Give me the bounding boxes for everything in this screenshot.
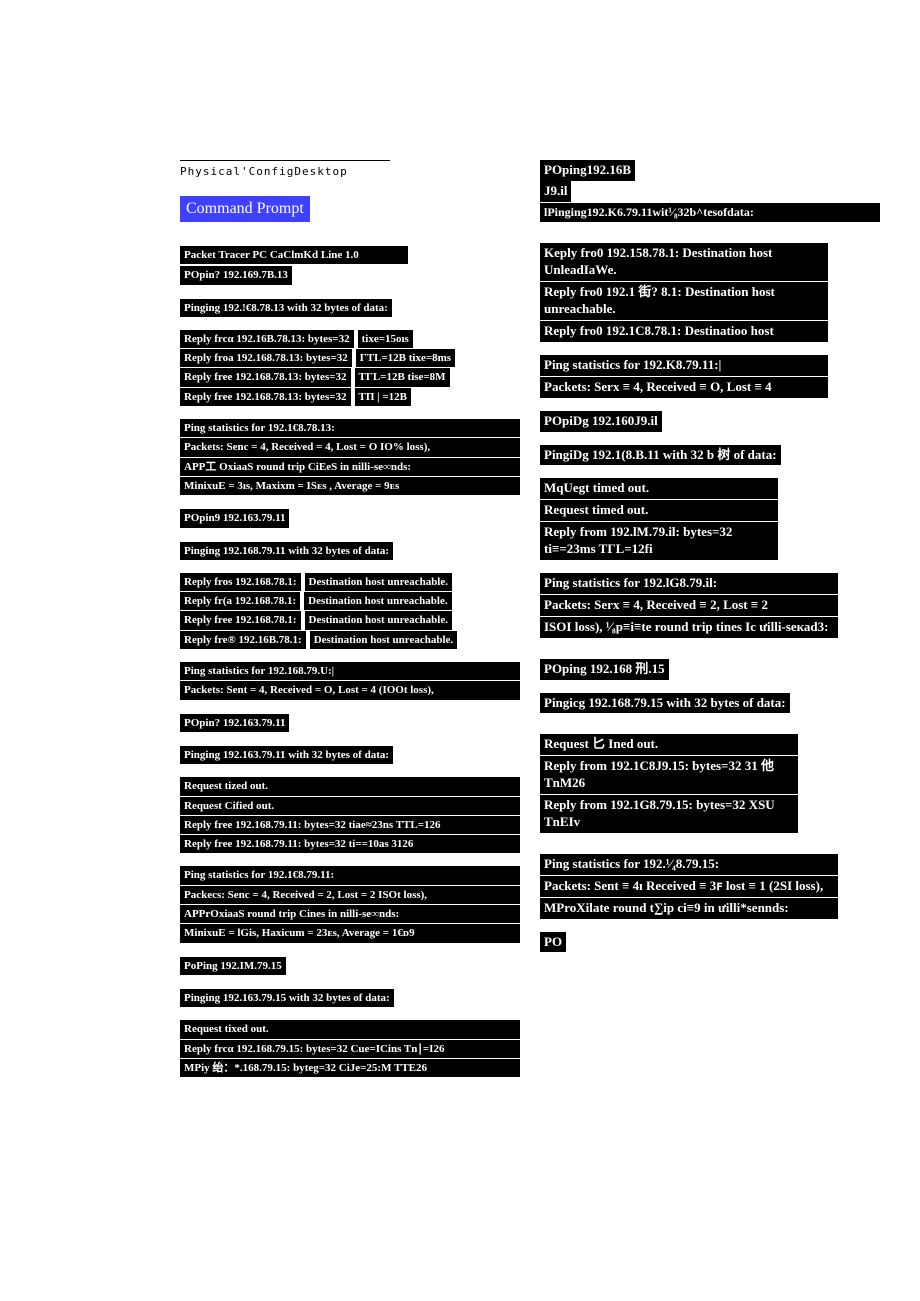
reply-line: Reply from 192.1C8J9.15: bytes=32 31 他 T…: [540, 756, 798, 794]
request-timeout: Request 匕 Ined out.: [540, 734, 798, 755]
stats-line: Packets: Sent ≡ 4ı Received ≡ 3ꜰ lost ≡ …: [540, 876, 838, 897]
ping-command: J9.il: [540, 181, 571, 202]
command-prompt-label: Command Prompt: [180, 196, 310, 222]
stats-line: MinixuE = lGis, Haxicum = 23ᴇs, Average …: [180, 924, 520, 942]
reply-line: Reply free 192.168.79.11: bytes=32 ti==1…: [180, 835, 520, 853]
stats-line: Packets: Serx ≡ 4, Received ≡ 2, Lost ≡ …: [540, 595, 838, 616]
ping-command: POpin? 192.169.7B.13: [180, 266, 292, 284]
request-timeout: Request tixed out.: [180, 1020, 520, 1038]
prompt-po: PO: [540, 932, 566, 953]
reply-line: Keply fro0 192.158.78.1: Destination hos…: [540, 243, 828, 281]
reply-ttl: tixe=15oıs: [358, 330, 413, 348]
ping-header: Pinging 192.163.79.15 with 32 bytes of d…: [180, 989, 394, 1007]
stats-line: Ping statistics for 192.1€8.78.13:: [180, 419, 520, 437]
reply-line: Reply frcα 192.16B.78.13: bytes=32: [180, 330, 354, 348]
ping-command: POpin? 192.163.79.11: [180, 714, 289, 732]
reply-ttl: TΓL=12B tise=8M: [355, 368, 450, 386]
ping-header: lPinging192.K6.79.11wit¹⁄₈32b^tesofdata:: [540, 203, 880, 223]
reply-line: Reply from 192.1G8.79.15: bytes=32 XSU T…: [540, 795, 798, 833]
reply-line: Reply fros 192.168.78.1:: [180, 573, 301, 591]
request-timeout: Request Cified out.: [180, 797, 520, 815]
reply-line: Reply free 192.168.79.11: bytes=32 tiae≈…: [180, 816, 520, 834]
reply-line: Reply fr(a 192.168.78.1:: [180, 592, 300, 610]
reply-line: Reply from 192.lM.79.il: bytes=32 ti≡=23…: [540, 522, 778, 560]
ping-header: PingiDg 192.1(8.B.11 with 32 b 树 of data…: [540, 445, 781, 466]
intro-line: Packet Tracer PC CaClmKd Line 1.0: [180, 246, 408, 264]
ping-command: POpin9 192.163.79.11: [180, 509, 289, 527]
stats-line: Ping statistics for 192.1€8.79.11:: [180, 866, 520, 884]
reply-line: Reply free 192.168.78.1:: [180, 611, 301, 629]
reply-ttl: TП | =12B: [355, 388, 411, 406]
ping-command: PoPing 192.IM.79.15: [180, 957, 286, 975]
reply-line: Reply fre® 192.16B.78.1:: [180, 631, 306, 649]
ping-header: Pinging 192.168.79.11 with 32 bytes of d…: [180, 542, 393, 560]
stats-line: APP工 OxiaaS round trip CiEeS in nilli-se…: [180, 458, 520, 476]
stats-line: Ping statistics for 192.¹⁄₄8.79.15:: [540, 854, 838, 875]
reply-line: Reply free 192.168.78.13: bytes=32: [180, 368, 351, 386]
stats-line: MProXilate round t∑ip ci≡9 in ưilli*senn…: [540, 898, 838, 919]
reply-line: Reply froa 192.168.78.13: bytes=32: [180, 349, 352, 367]
reply-ttl: ΓTL=12B tixe=8ms: [356, 349, 455, 367]
reply-line: Reply fro0 192.1C8.78.1: Destinatioo hos…: [540, 321, 828, 342]
right-column: POping192.16B J9.il lPinging192.K6.79.11…: [540, 160, 880, 1078]
stats-line: Packets: Sent = 4, Received = O, Lost = …: [180, 681, 520, 699]
ping-header: Pinging 192.163.79.11 with 32 bytes of d…: [180, 746, 393, 764]
config-header: Physical'ConfigDesktop: [180, 165, 520, 178]
stats-line: Ping statistics for 192.lG8.79.il:: [540, 573, 838, 594]
ping-header: Pingicg 192.168.79.15 with 32 bytes of d…: [540, 693, 790, 714]
stats-line: Ping statistics for 192.168.79.U:|: [180, 662, 520, 680]
left-column: Physical'ConfigDesktop Command Prompt Pa…: [180, 160, 520, 1078]
divider: [180, 160, 390, 161]
reply-line: Reply frcα 192.168.79.15: bytes=32 Cue=I…: [180, 1040, 520, 1058]
unreachable: Destination host unreachable.: [310, 631, 457, 649]
stats-line: Packets: Senc = 4, Received = 4, Lost = …: [180, 438, 520, 456]
unreachable: Destination host unreachable.: [305, 611, 452, 629]
stats-line: MinixuE = 3ıs, Maxixm = ISᴇs , Average =…: [180, 477, 520, 495]
stats-line: ISOI loss), ¹⁄₈p≡i≡te round trip tines I…: [540, 617, 838, 638]
stats-line: Ping statistics for 192.K8.79.11:|: [540, 355, 828, 376]
reply-line: Reply free 192.168.78.13: bytes=32: [180, 388, 351, 406]
request-timeout: Request timed out.: [540, 500, 778, 521]
ping-command: POpiDg 192.160J9.il: [540, 411, 662, 432]
stats-line: Packecs: Senc = 4, Received = 2, Lost = …: [180, 886, 520, 904]
reply-line: Reply fro0 192.1 街? 8.1: Destination hos…: [540, 282, 828, 320]
reply-line: MPiy 绐：*.168.79.15: byteg=32 CiJe=25:M T…: [180, 1059, 520, 1077]
ping-header: Pinging 192.!€8.78.13 with 32 bytes of d…: [180, 299, 392, 317]
stats-line: APPrOxiaaS round trip Cines in nilli-se∞…: [180, 905, 520, 923]
stats-line: Packets: Serx ≡ 4, Received ≡ O, Lost ≡ …: [540, 377, 828, 398]
request-timeout: Request tized out.: [180, 777, 520, 795]
unreachable: Destination host unreachable.: [304, 592, 451, 610]
ping-command: POping192.16B: [540, 160, 635, 181]
ping-command: POping 192.168 刑.15: [540, 659, 669, 680]
unreachable: Destination host unreachable.: [305, 573, 452, 591]
request-timeout: MqUegt timed out.: [540, 478, 778, 499]
